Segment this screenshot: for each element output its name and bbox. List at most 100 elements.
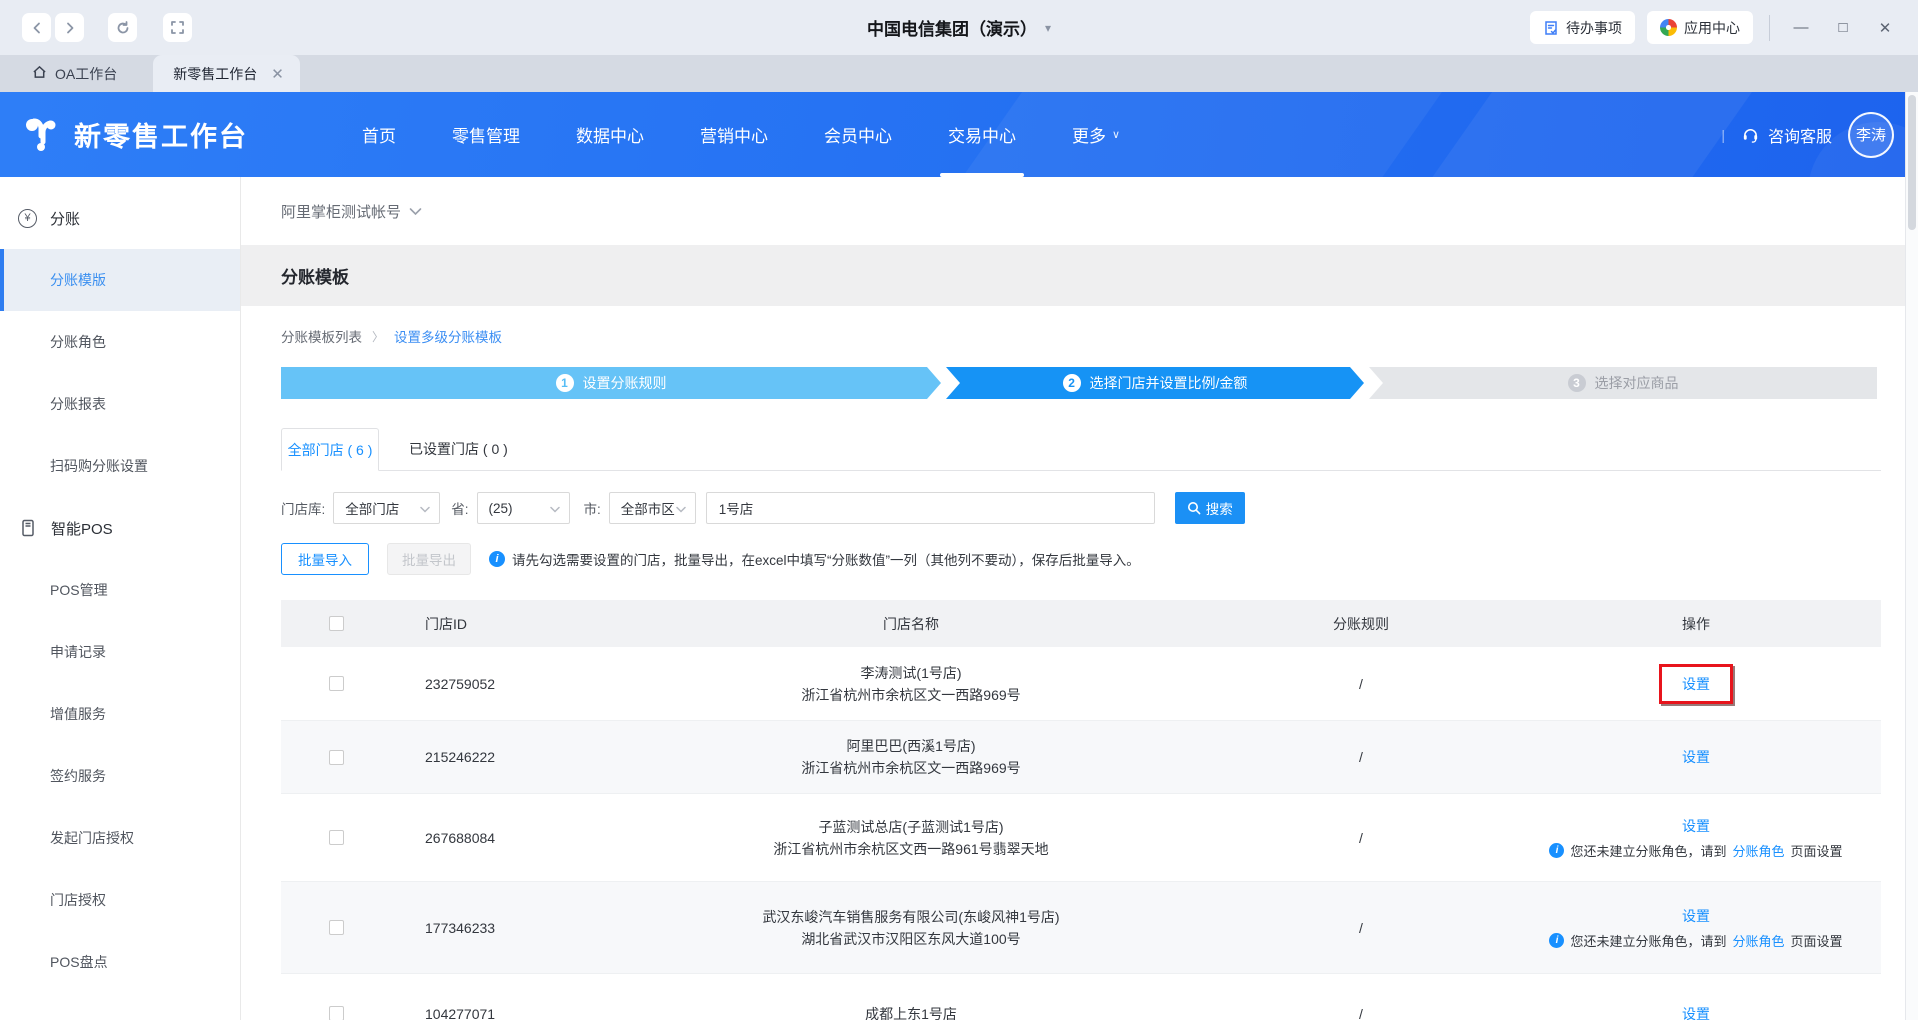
bulk-tip-text: 请先勾选需要设置的门店，批量导出，在excel中填写“分账数值”一列（其他列不要…	[512, 553, 1140, 568]
search-button[interactable]: 搜索	[1174, 492, 1245, 524]
row-checkbox[interactable]	[328, 920, 344, 935]
header-rule: 分账规则	[1333, 615, 1389, 632]
logo-text: 新零售工作台	[74, 122, 248, 152]
avatar-name: 李涛	[1855, 127, 1886, 144]
tab-new-retail-workspace[interactable]: 新零售工作台 ✕	[153, 55, 300, 92]
breadcrumb-parent-link[interactable]: 分账模板列表	[281, 326, 362, 346]
search-button-label: 搜索	[1205, 502, 1233, 517]
app-logo[interactable]: 新零售工作台	[22, 115, 248, 155]
store-library-select[interactable]: 全部门店	[333, 492, 441, 524]
sidebar-item-ledger-report[interactable]: 分账报表	[0, 373, 240, 435]
sidebar-section-label: 分账	[50, 210, 81, 228]
table-row: 232759052 李涛测试(1号店) 浙江省杭州市余杭区文一西路969号 / …	[281, 647, 1881, 721]
rule-value: /	[1359, 829, 1363, 846]
role-page-link[interactable]: 分账角色	[1732, 841, 1784, 860]
setup-link[interactable]: 设置	[1682, 747, 1710, 767]
header-store-id: 门店ID	[425, 615, 467, 632]
breadcrumb-separator-icon: 〉	[372, 329, 385, 344]
step-wizard: 1 设置分账规则 2 选择门店并设置比例/金额 3 选择对应商品	[281, 367, 1881, 399]
navbar-divider: |	[1721, 126, 1725, 143]
title-dropdown-icon[interactable]: ▾	[1045, 21, 1051, 35]
sidebar-item-ledger-role[interactable]: 分账角色	[0, 311, 240, 373]
account-selector[interactable]: 阿里掌柜测试帐号	[241, 177, 1905, 245]
setup-link[interactable]: 设置	[1682, 906, 1710, 926]
nav-item-marketing-center[interactable]: 营销中心	[698, 92, 770, 177]
scrollbar-thumb[interactable]	[1908, 95, 1916, 230]
row-checkbox[interactable]	[328, 676, 344, 691]
keyword-input[interactable]	[705, 492, 1155, 524]
app-tabstrip: OA工作台 新零售工作台 ✕	[0, 55, 1918, 92]
sidebar-item-scan-ledger-settings[interactable]: 扫码购分账设置	[0, 435, 240, 497]
maximize-button[interactable]: □	[1828, 13, 1858, 43]
nav-item-data-center[interactable]: 数据中心	[574, 92, 646, 177]
sidebar-section-smart-pos[interactable]: 智能POS	[0, 497, 240, 559]
nav-item-label: 首页	[362, 127, 396, 146]
sidebar-item-label: POS盘点	[50, 954, 108, 970]
nav-item-member-center[interactable]: 会员中心	[822, 92, 894, 177]
nav-item-label: 会员中心	[824, 127, 892, 146]
nav-item-label: 零售管理	[452, 127, 520, 146]
sidebar-item-value-added-services[interactable]: 增值服务	[0, 683, 240, 745]
todo-button[interactable]: 待办事项	[1530, 11, 1635, 44]
avatar[interactable]: 李涛	[1848, 111, 1894, 158]
step-label: 设置分账规则	[582, 375, 667, 391]
nav-item-more[interactable]: 更多 ∨	[1070, 92, 1122, 177]
tab-configured-stores[interactable]: 已设置门店 ( 0 )	[395, 427, 522, 470]
nav-item-label: 交易中心	[948, 127, 1016, 146]
info-icon: i	[1549, 932, 1565, 948]
row-checkbox[interactable]	[328, 749, 344, 765]
row-checkbox[interactable]	[328, 830, 344, 845]
tab-new-retail-label: 新零售工作台	[173, 65, 258, 82]
todo-button-label: 待办事项	[1566, 19, 1622, 36]
sidebar-item-ledger-template[interactable]: 分账模版	[0, 249, 240, 311]
minimize-button[interactable]: —	[1786, 13, 1816, 43]
sidebar-item-contract-services[interactable]: 签约服务	[0, 745, 240, 807]
store-address: 浙江省杭州市余杭区文一西路969号	[801, 686, 1021, 703]
window-title-text: 中国电信集团（演示）	[866, 20, 1037, 39]
store-id: 232759052	[425, 675, 496, 692]
sidebar-item-pos-inventory[interactable]: POS盘点	[0, 931, 240, 993]
sidebar-item-application-records[interactable]: 申请记录	[0, 621, 240, 683]
setup-link[interactable]: 设置	[1682, 816, 1710, 836]
breadcrumb-current: 设置多级分账模板	[394, 330, 503, 345]
role-page-link[interactable]: 分账角色	[1732, 931, 1784, 950]
titlebar-separator	[1769, 14, 1770, 41]
tab-all-stores[interactable]: 全部门店 ( 6 )	[281, 428, 379, 471]
store-id: 104277071	[425, 1005, 496, 1020]
nav-item-trade-center[interactable]: 交易中心	[940, 92, 1024, 177]
app-center-button[interactable]: 应用中心	[1647, 11, 1753, 44]
setup-link[interactable]: 设置	[1682, 1004, 1710, 1020]
store-name: 成都上东1号店	[865, 1005, 957, 1020]
province-label: 省:	[451, 502, 469, 517]
province-select[interactable]: (25)	[476, 492, 570, 524]
store-address: 湖北省武汉市汉阳区东风大道100号	[801, 930, 1021, 947]
home-icon	[32, 65, 47, 82]
close-button[interactable]: ✕	[1870, 13, 1900, 43]
tab-label: 已设置门店 ( 0 )	[409, 440, 508, 457]
sidebar-item-initiate-store-auth[interactable]: 发起门店授权	[0, 807, 240, 869]
bulk-export-button[interactable]: 批量导出	[387, 543, 471, 575]
nav-item-home[interactable]: 首页	[360, 92, 398, 177]
sidebar-item-pos-management[interactable]: POS管理	[0, 559, 240, 621]
table-row: 215246222 阿里巴巴(西溪1号店) 浙江省杭州市余杭区文一西路969号 …	[281, 721, 1881, 794]
select-all-checkbox[interactable]	[328, 616, 344, 631]
step-2-select-stores: 2 选择门店并设置比例/金额	[946, 367, 1364, 399]
city-select[interactable]: 全部市区	[608, 492, 696, 524]
app-center-icon	[1660, 19, 1677, 36]
store-name: 阿里巴巴(西溪1号店)	[846, 738, 976, 754]
nav-item-retail[interactable]: 零售管理	[450, 92, 522, 177]
customer-service-link[interactable]: 咨询客服	[1741, 123, 1832, 147]
header-store-name: 门店名称	[883, 615, 939, 632]
tab-close-icon[interactable]: ✕	[271, 65, 284, 83]
row-checkbox[interactable]	[328, 1006, 344, 1020]
step-number-badge: 3	[1567, 374, 1586, 392]
navbar-menu: 首页 零售管理 数据中心 营销中心 会员中心 交易中心 更多 ∨	[360, 92, 1122, 177]
store-id: 177346233	[425, 919, 496, 936]
sidebar-item-label: 分账模版	[50, 272, 106, 288]
table-row: 267688084 子蓝测试总店(子蓝测试1号店) 浙江省杭州市余杭区文西一路9…	[281, 794, 1881, 882]
yuan-circle-icon: ¥	[18, 208, 37, 228]
tab-oa-workspace[interactable]: OA工作台	[12, 55, 137, 92]
sidebar-item-store-auth[interactable]: 门店授权	[0, 869, 240, 931]
bulk-import-button[interactable]: 批量导入	[281, 543, 369, 575]
sidebar-section-ledger[interactable]: ¥ 分账	[0, 187, 240, 249]
